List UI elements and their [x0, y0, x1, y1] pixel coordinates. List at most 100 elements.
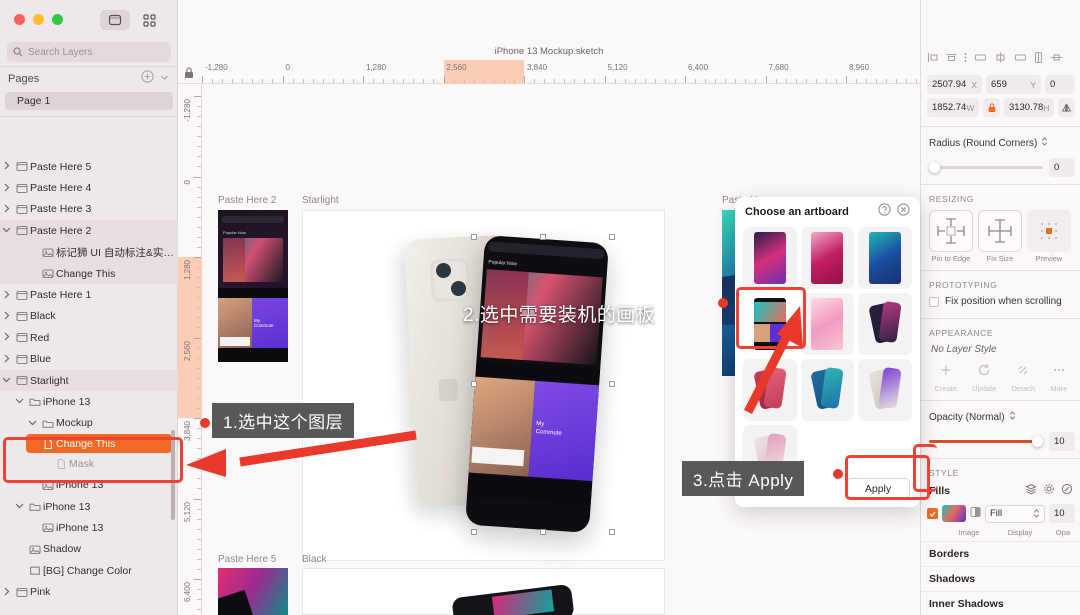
- opacity-slider-row[interactable]: 10: [921, 426, 1080, 451]
- align-bottom-edge-icon[interactable]: [1013, 51, 1028, 69]
- window-traffic-lights[interactable]: [14, 14, 63, 25]
- distribute-v-icon[interactable]: [1033, 51, 1044, 69]
- layer-disclosure-right-icon[interactable]: [0, 354, 13, 365]
- resizing-options[interactable]: Pin to Edge Fix Size Preview: [921, 206, 1080, 263]
- layer-disclosure-down-icon[interactable]: [13, 397, 26, 406]
- alignment-toolbar[interactable]: [921, 45, 1080, 73]
- width-field[interactable]: 1852.74 W: [927, 98, 979, 117]
- fills-header-row[interactable]: Fills: [921, 480, 1080, 502]
- layer-row[interactable]: Pink: [0, 581, 178, 602]
- y-position-field[interactable]: 659 Y: [986, 75, 1041, 94]
- no-layer-style-label[interactable]: No Layer Style: [921, 340, 1080, 359]
- layer-disclosure-right-icon[interactable]: [0, 204, 13, 215]
- borders-section[interactable]: Borders: [921, 541, 1080, 566]
- maximize-window-button[interactable]: [52, 14, 63, 25]
- artboard-thumb-paste-here-5[interactable]: [218, 568, 288, 615]
- fill-display-select[interactable]: Fill: [985, 505, 1045, 523]
- fill-image-preview[interactable]: [942, 505, 966, 522]
- canvas-view-icon[interactable]: [100, 10, 130, 30]
- x-position-field[interactable]: 2507.94 X: [927, 75, 982, 94]
- opacity-value-field[interactable]: 10: [1049, 432, 1075, 451]
- layer-row[interactable]: iPhone 13: [0, 517, 178, 538]
- handle-top-left[interactable]: [471, 234, 477, 240]
- artboard-label-paste-here-2[interactable]: Paste Here 2: [218, 195, 276, 206]
- ruler-lock-icon[interactable]: [184, 66, 194, 84]
- detach-style-button[interactable]: Detach: [1011, 363, 1035, 393]
- fill-type-icon[interactable]: [970, 505, 981, 523]
- height-field[interactable]: 3130.78 H: [1004, 98, 1054, 117]
- add-fill-icon[interactable]: [1061, 482, 1073, 500]
- handle-top-center[interactable]: [540, 234, 546, 240]
- fix-position-checkbox[interactable]: [929, 297, 939, 307]
- layer-disclosure-right-icon[interactable]: [0, 290, 13, 301]
- artboard-black[interactable]: [302, 568, 665, 615]
- create-style-button[interactable]: Create: [935, 363, 958, 393]
- radius-stepper-icon[interactable]: [1041, 134, 1048, 152]
- close-window-button[interactable]: [14, 14, 25, 25]
- radius-slider-row[interactable]: 0: [921, 152, 1080, 177]
- add-page-icon[interactable]: [141, 70, 154, 88]
- chevron-down-icon[interactable]: [159, 70, 170, 88]
- artboard-label-starlight[interactable]: Starlight: [302, 195, 339, 206]
- layer-row[interactable]: Paste Here 1: [0, 284, 178, 305]
- artboard-thumbnail-cell[interactable]: [858, 227, 912, 289]
- shadows-section[interactable]: Shadows: [921, 566, 1080, 591]
- grid-view-icon[interactable]: [134, 10, 164, 30]
- layers-stack-icon[interactable]: [1025, 482, 1037, 500]
- position-fields-row[interactable]: 2507.94 X 659 Y 0: [921, 73, 1080, 96]
- lock-aspect-ratio-icon[interactable]: [983, 98, 1000, 117]
- artboard-thumbnail-cell[interactable]: [858, 293, 912, 355]
- align-top-edge-icon[interactable]: [973, 51, 988, 69]
- fill-opacity-field[interactable]: 10: [1049, 504, 1075, 523]
- layer-row[interactable]: Blue: [0, 349, 178, 370]
- align-middle-icon[interactable]: [993, 51, 1008, 69]
- size-fields-row[interactable]: 1852.74 W 3130.78 H: [921, 96, 1080, 119]
- layer-row[interactable]: Red: [0, 327, 178, 348]
- handle-mid-left[interactable]: [471, 381, 477, 387]
- handle-top-right[interactable]: [609, 234, 615, 240]
- layer-row[interactable]: Paste Here 5: [0, 156, 178, 177]
- layer-row[interactable]: Mockup: [0, 413, 178, 434]
- style-actions-row[interactable]: Create Update Detach More: [921, 359, 1080, 393]
- layer-row[interactable]: Paste Here 2: [0, 220, 178, 241]
- layer-disclosure-right-icon[interactable]: [0, 311, 13, 322]
- radius-row[interactable]: Radius (Round Corners): [921, 134, 1080, 152]
- vertical-ruler[interactable]: -1,28001,2802,5603,8405,1206,400: [178, 84, 202, 615]
- layer-disclosure-down-icon[interactable]: [0, 376, 13, 385]
- opacity-stepper-icon[interactable]: [1009, 408, 1016, 426]
- opacity-slider-knob[interactable]: [1032, 436, 1043, 447]
- layer-disclosure-down-icon[interactable]: [0, 226, 13, 235]
- page-item-page1[interactable]: Page 1: [5, 92, 173, 110]
- radius-slider-knob[interactable]: [929, 162, 940, 173]
- flip-horizontal-icon[interactable]: [1058, 98, 1075, 117]
- pin-to-edge-option[interactable]: Pin to Edge: [929, 210, 973, 263]
- view-toggle-group[interactable]: [100, 10, 164, 30]
- distribute-h-icon[interactable]: [1049, 51, 1064, 69]
- layer-row[interactable]: [BG] Change Color: [0, 560, 178, 581]
- inner-shadows-section[interactable]: Inner Shadows: [921, 591, 1080, 615]
- fill-row[interactable]: Fill 10: [921, 502, 1080, 525]
- artboard-label-paste-here-5[interactable]: Paste Here 5: [218, 554, 276, 565]
- layer-row[interactable]: Paste Here 3: [0, 199, 178, 220]
- fill-enabled-checkbox[interactable]: [927, 508, 938, 519]
- align-center-h-icon[interactable]: [945, 51, 958, 69]
- gear-icon[interactable]: [1043, 482, 1055, 500]
- layer-row[interactable]: 标记狮 UI 自动标注&实时…: [0, 242, 178, 263]
- rotation-field[interactable]: 0: [1045, 75, 1075, 94]
- align-left-icon[interactable]: [927, 51, 940, 69]
- handle-bottom-center[interactable]: [540, 529, 546, 535]
- more-style-button[interactable]: More: [1050, 363, 1067, 393]
- artboard-starlight[interactable]: Popular Now MyCommute: [302, 210, 665, 561]
- update-style-button[interactable]: Update: [972, 363, 996, 393]
- layer-row[interactable]: iPhone 13: [0, 391, 178, 412]
- layer-disclosure-right-icon[interactable]: [0, 161, 13, 172]
- horizontal-ruler[interactable]: -1,28001,2802,5603,8405,1206,4007,6808,9…: [178, 60, 920, 84]
- layers-list[interactable]: Paste Here 5Paste Here 4Paste Here 3Past…: [0, 156, 178, 615]
- layer-row[interactable]: Starlight: [0, 370, 178, 391]
- radius-value-field[interactable]: 0: [1049, 158, 1075, 177]
- layer-row[interactable]: iPhone 13: [0, 496, 178, 517]
- handle-bottom-left[interactable]: [471, 529, 477, 535]
- handle-bottom-right[interactable]: [609, 529, 615, 535]
- layer-row[interactable]: Black: [0, 306, 178, 327]
- opacity-slider[interactable]: [929, 440, 1043, 443]
